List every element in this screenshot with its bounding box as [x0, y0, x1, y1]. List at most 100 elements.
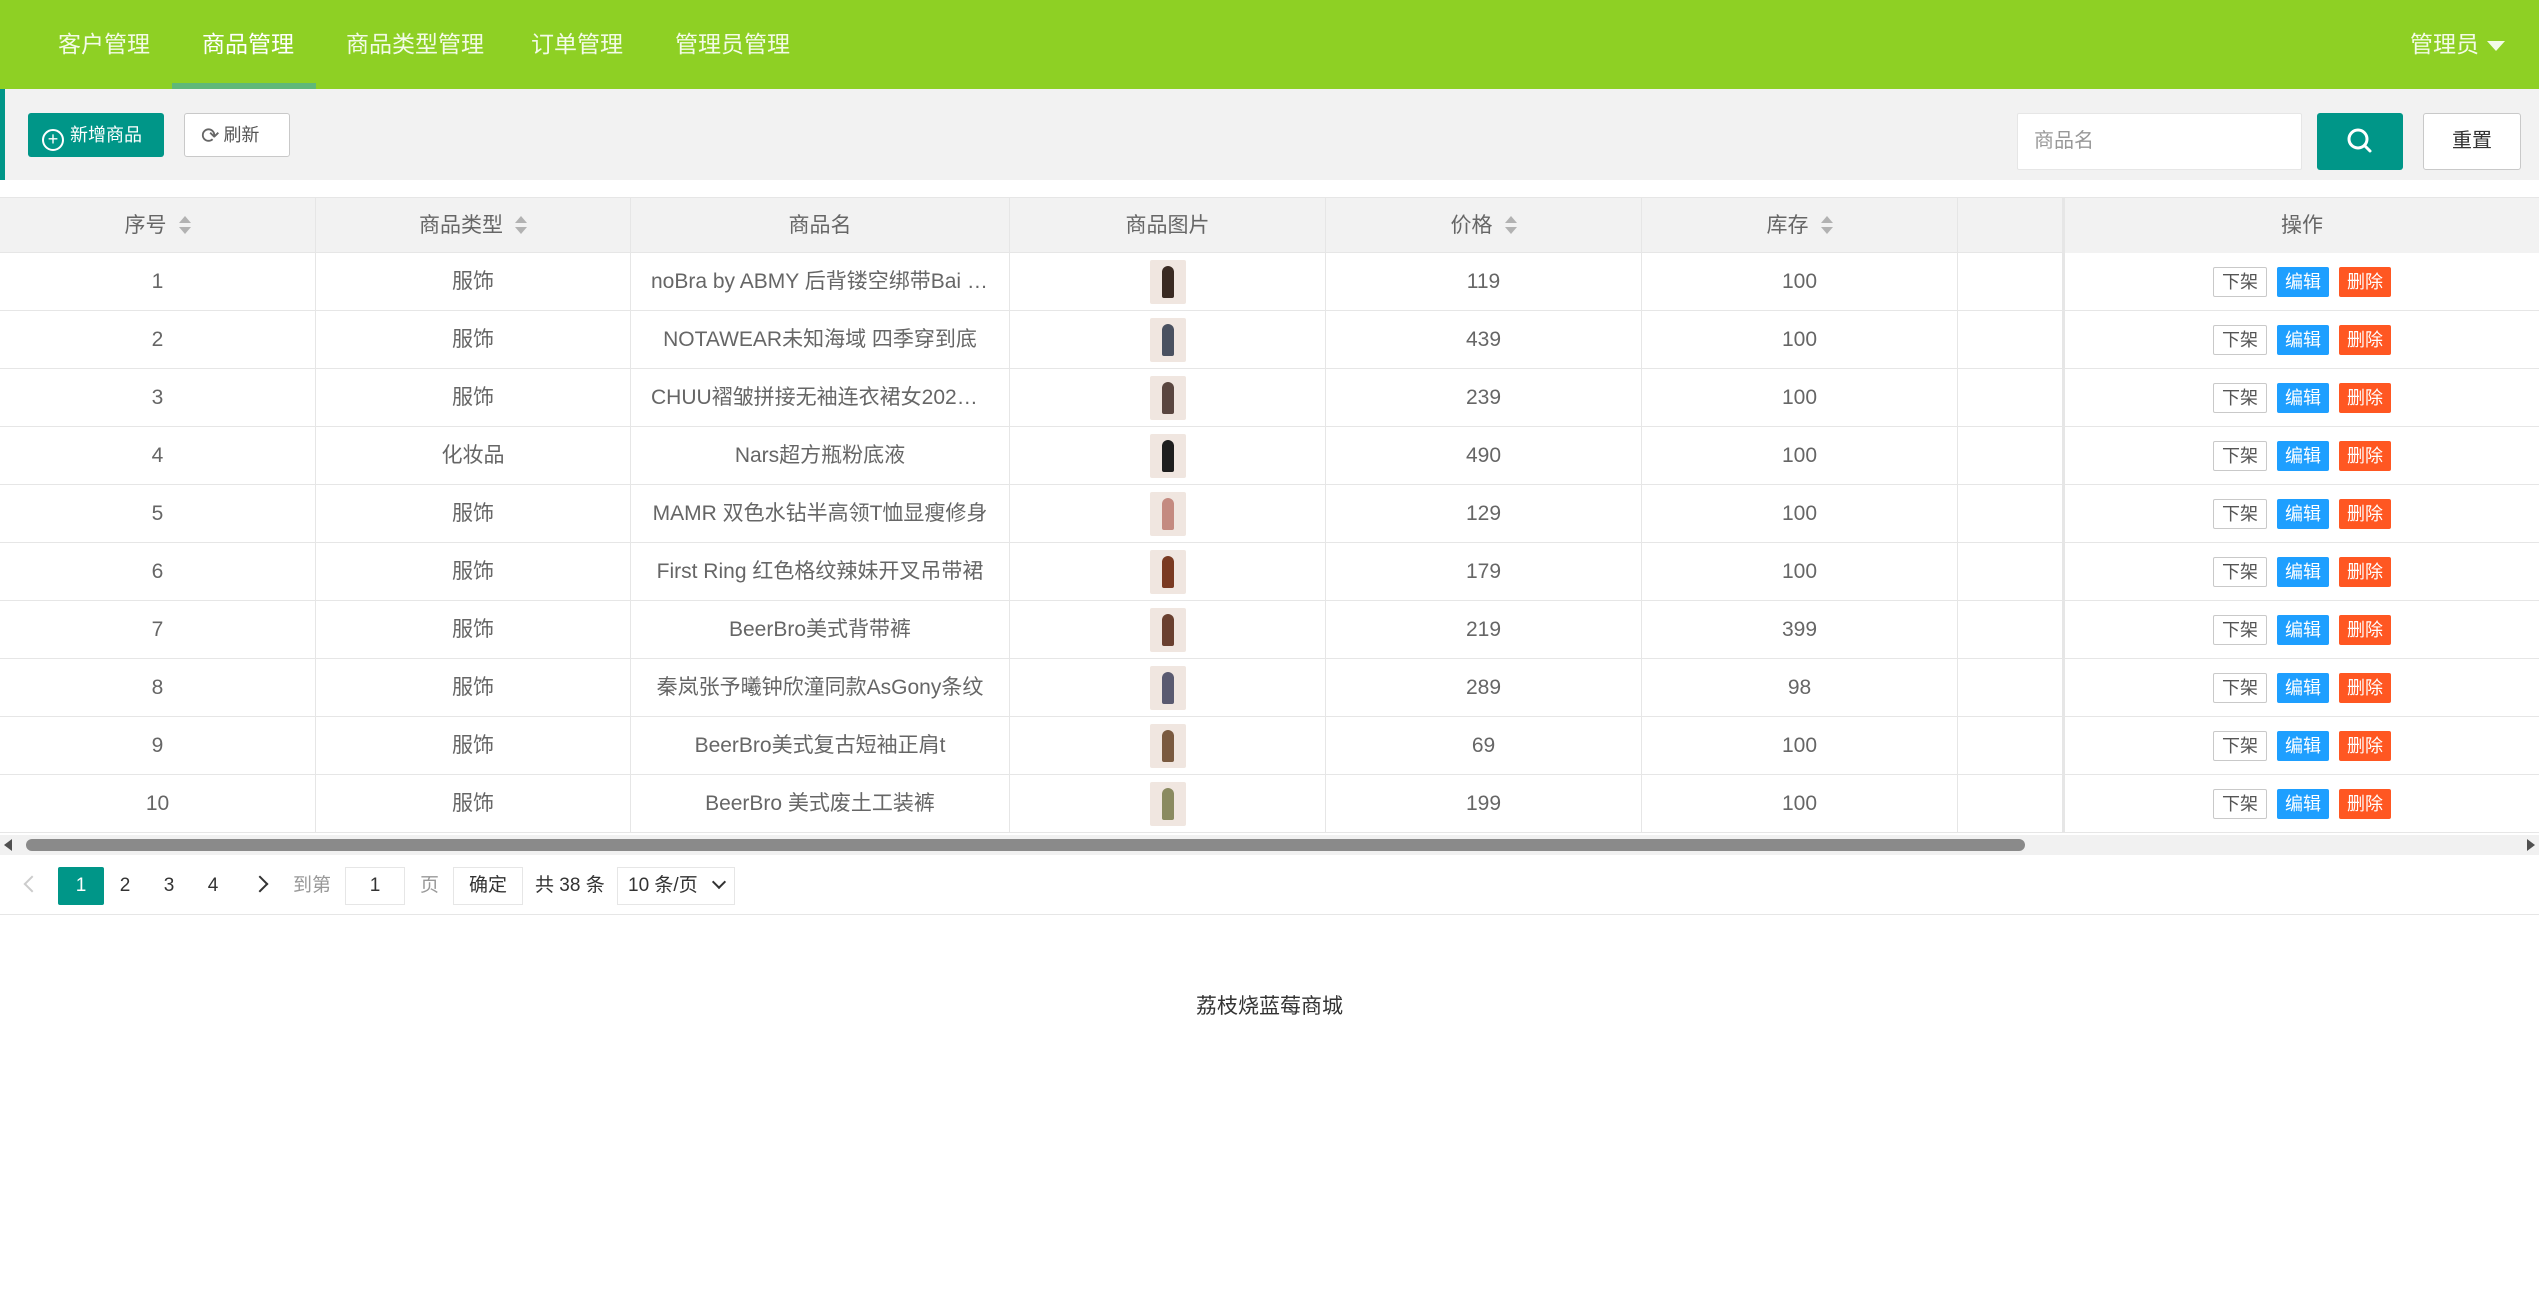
sort-icon[interactable]: [1504, 216, 1517, 236]
search-button[interactable]: [2317, 113, 2403, 170]
cell-price: 289: [1326, 659, 1642, 717]
top-nav: 客户管理 商品管理 商品类型管理 订单管理 管理员管理 管理员: [0, 0, 2539, 89]
delete-button[interactable]: 删除: [2339, 324, 2391, 355]
delete-button[interactable]: 删除: [2339, 440, 2391, 471]
cell-index: 7: [0, 601, 316, 659]
delist-button[interactable]: 下架: [2213, 382, 2267, 413]
cell-price: 219: [1326, 601, 1642, 659]
table-row: 2 服饰 NOTAWEAR未知海域 四季穿到底 439 100 下架 编辑 删除: [0, 311, 2539, 369]
cell-stock: 100: [1642, 369, 1958, 427]
edit-button[interactable]: 编辑: [2277, 498, 2329, 529]
product-thumbnail[interactable]: [1149, 782, 1186, 827]
cell-stock: 98: [1642, 659, 1958, 717]
sort-icon[interactable]: [515, 216, 527, 236]
edit-button[interactable]: 编辑: [2277, 730, 2329, 761]
delist-button[interactable]: 下架: [2213, 440, 2267, 471]
delist-button[interactable]: 下架: [2213, 266, 2267, 297]
nav-item-customers[interactable]: 客户管理: [58, 0, 150, 89]
cell-type: 服饰: [316, 601, 631, 659]
cell-actions: 下架 编辑 删除: [2063, 659, 2539, 717]
cell-index: 8: [0, 659, 316, 717]
page-size-select[interactable]: 10 条/页: [617, 867, 735, 905]
edit-button[interactable]: 编辑: [2277, 672, 2329, 703]
nav-item-product-types[interactable]: 商品类型管理: [346, 0, 484, 89]
next-page-icon[interactable]: [251, 875, 269, 893]
sort-icon[interactable]: [1820, 216, 1833, 236]
delist-button[interactable]: 下架: [2213, 730, 2267, 761]
cell-image: [1010, 659, 1326, 717]
nav-item-products[interactable]: 商品管理: [202, 0, 294, 89]
goto-confirm-button[interactable]: 确定: [453, 867, 523, 905]
user-menu[interactable]: 管理员: [2410, 0, 2505, 89]
edit-button[interactable]: 编辑: [2277, 440, 2329, 471]
delist-button[interactable]: 下架: [2213, 788, 2267, 819]
product-thumbnail[interactable]: [1149, 492, 1186, 537]
edit-button[interactable]: 编辑: [2277, 556, 2329, 587]
cell-type: 服饰: [316, 659, 631, 717]
cell-price: 69: [1326, 717, 1642, 775]
product-thumbnail[interactable]: [1149, 608, 1186, 653]
product-thumbnail[interactable]: [1149, 666, 1186, 711]
edit-button[interactable]: 编辑: [2277, 324, 2329, 355]
delist-button[interactable]: 下架: [2213, 614, 2267, 645]
page-3[interactable]: 3: [156, 867, 182, 905]
product-thumbnail[interactable]: [1149, 260, 1186, 305]
delete-button[interactable]: 删除: [2339, 266, 2391, 297]
delete-button[interactable]: 删除: [2339, 556, 2391, 587]
product-thumbnail[interactable]: [1149, 550, 1186, 595]
sort-icon[interactable]: [178, 216, 191, 236]
scroll-left-arrow-icon[interactable]: [4, 839, 12, 851]
delist-button[interactable]: 下架: [2213, 556, 2267, 587]
header-stock[interactable]: 库存: [1642, 198, 1958, 254]
cell-spacer: [1958, 601, 2063, 659]
header-image: 商品图片: [1010, 198, 1326, 254]
cell-image: [1010, 369, 1326, 427]
edit-button[interactable]: 编辑: [2277, 614, 2329, 645]
cell-actions: 下架 编辑 删除: [2063, 369, 2539, 427]
delist-button[interactable]: 下架: [2213, 672, 2267, 703]
cell-spacer: [1958, 485, 2063, 543]
page-4[interactable]: 4: [200, 867, 226, 905]
edit-button[interactable]: 编辑: [2277, 788, 2329, 819]
prev-page-icon[interactable]: [23, 875, 41, 893]
pagination: 1 2 3 4 到第 页 确定 共 38 条 10 条/页: [0, 855, 2539, 915]
product-thumbnail[interactable]: [1149, 318, 1186, 363]
delete-button[interactable]: 删除: [2339, 382, 2391, 413]
nav-item-admins[interactable]: 管理员管理: [675, 0, 790, 89]
product-thumbnail[interactable]: [1149, 724, 1186, 769]
delist-button[interactable]: 下架: [2213, 498, 2267, 529]
header-index[interactable]: 序号: [0, 198, 316, 254]
header-price[interactable]: 价格: [1326, 198, 1642, 254]
toolbar: + 新增商品 ⟳刷新 重置: [0, 89, 2539, 180]
header-type[interactable]: 商品类型: [316, 198, 631, 254]
search-input[interactable]: [2017, 113, 2302, 170]
cell-spacer: [1958, 253, 2063, 311]
delete-button[interactable]: 删除: [2339, 730, 2391, 761]
page-1[interactable]: 1: [58, 867, 104, 905]
header-index-label: 序号: [124, 214, 167, 237]
delete-button[interactable]: 删除: [2339, 672, 2391, 703]
product-thumbnail[interactable]: [1149, 434, 1186, 479]
scroll-right-arrow-icon[interactable]: [2527, 839, 2535, 851]
delete-button[interactable]: 删除: [2339, 498, 2391, 529]
cell-image: [1010, 601, 1326, 659]
horizontal-scrollbar[interactable]: [0, 835, 2539, 855]
cell-index: 4: [0, 427, 316, 485]
edit-button[interactable]: 编辑: [2277, 266, 2329, 297]
edit-button[interactable]: 编辑: [2277, 382, 2329, 413]
refresh-button[interactable]: ⟳ 刷新: [184, 113, 290, 157]
cell-index: 9: [0, 717, 316, 775]
add-product-button[interactable]: + 新增商品: [28, 113, 164, 157]
add-product-label: 新增商品: [70, 125, 142, 145]
page-size-value: 10 条/页: [628, 875, 698, 896]
reset-button[interactable]: 重置: [2423, 113, 2521, 170]
delist-button[interactable]: 下架: [2213, 324, 2267, 355]
delete-button[interactable]: 删除: [2339, 788, 2391, 819]
nav-item-orders[interactable]: 订单管理: [531, 0, 623, 89]
delete-button[interactable]: 删除: [2339, 614, 2391, 645]
page-2[interactable]: 2: [112, 867, 138, 905]
product-thumbnail[interactable]: [1149, 376, 1186, 421]
goto-page-input[interactable]: [345, 867, 405, 905]
scrollbar-thumb[interactable]: [26, 839, 2025, 851]
cell-price: 439: [1326, 311, 1642, 369]
